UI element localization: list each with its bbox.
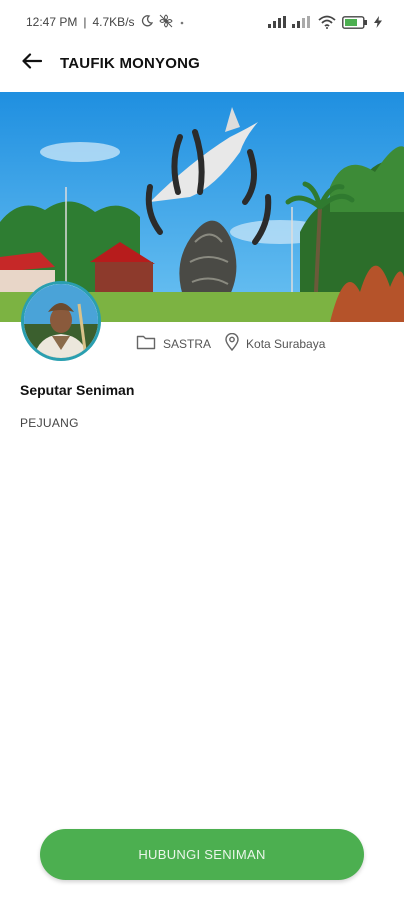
signal-icon [268,16,286,28]
battery-icon [342,15,368,29]
category-label: SASTRA [163,336,212,351]
artist-avatar[interactable] [21,281,101,361]
location-label: Kota Surabaya [246,336,326,351]
location-info: Kota Surabaya [225,332,326,354]
status-separator: | [83,15,87,29]
dot-icon [179,15,185,29]
about-body: PEJUANG [20,416,79,430]
arrow-left-icon [22,52,43,74]
about-title: Seputar Seniman [20,382,135,398]
folder-icon [136,334,156,353]
signal-icon [292,16,312,28]
status-bar: 12:47 PM | 4.7KB/s [0,0,404,44]
back-button[interactable] [12,44,52,82]
app-bar: TAUFIK MONYONG [0,44,404,82]
fan-icon [158,13,173,31]
location-pin-icon [225,332,239,354]
page-title: TAUFIK MONYONG [60,54,201,72]
status-right [268,15,382,29]
category-info: SASTRA [136,334,211,353]
contact-artist-button[interactable]: HUBUNGI SENIMAN [40,829,364,880]
status-time: 12:47 PM [26,15,78,29]
wifi-icon [318,15,336,29]
charging-icon [374,16,382,28]
moon-icon [141,14,153,30]
status-left: 12:47 PM | 4.7KB/s [26,13,185,31]
artist-meta: SASTRA Kota Surabaya [136,332,326,354]
network-speed: 4.7KB/s [92,15,135,29]
